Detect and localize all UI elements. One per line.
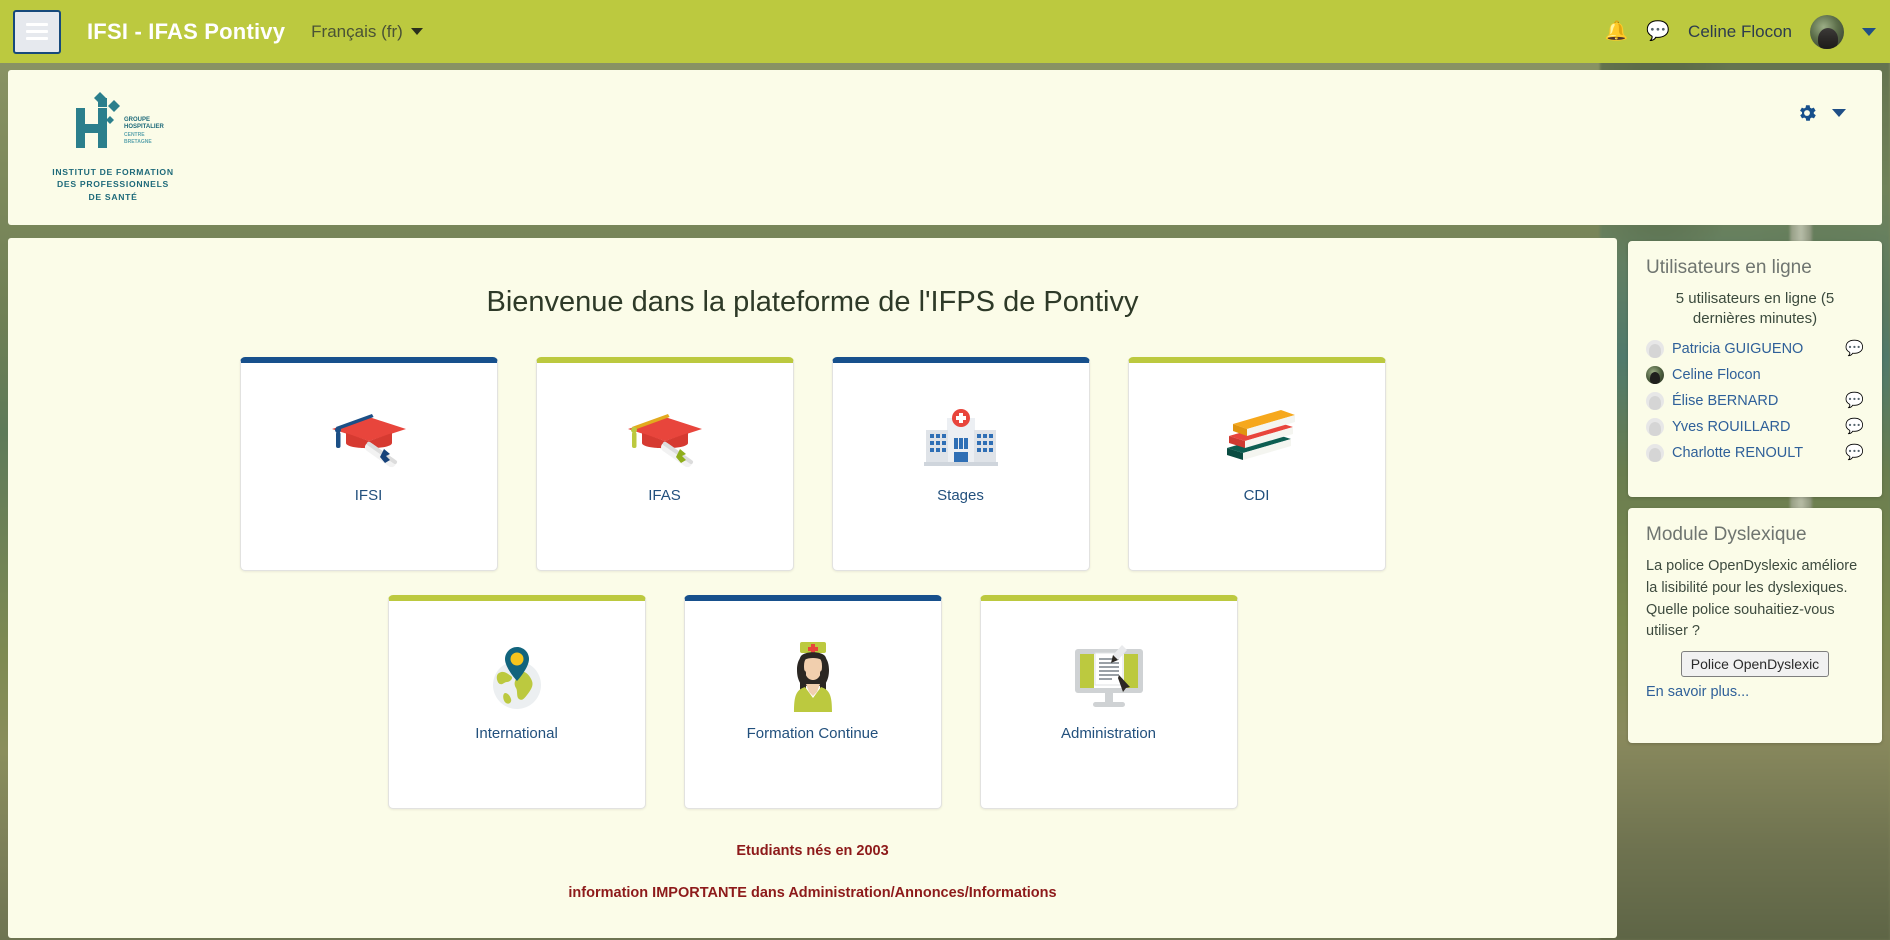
tile-ifas[interactable]: IFAS	[535, 357, 794, 571]
speech-bubble-icon[interactable]: 💬	[1845, 341, 1864, 356]
graduation-cap-icon	[241, 363, 497, 481]
hospital-icon	[833, 363, 1089, 481]
dyslexic-module-title: Module Dyslexique	[1646, 524, 1807, 545]
ifps-logo-icon: GROUPE HOSPITALIER CENTRE BRETAGNE	[76, 92, 165, 148]
tile-international[interactable]: International	[387, 595, 646, 809]
avatar	[1646, 339, 1664, 358]
chevron-down-icon	[410, 28, 423, 35]
tile-label: CDI	[1243, 487, 1270, 504]
list-item[interactable]: Élise BERNARD 💬	[1646, 388, 1864, 414]
tile-label: International	[475, 725, 558, 742]
tile-stages[interactable]: Stages	[831, 357, 1090, 571]
online-users-block: Utilisateurs en ligne 5 utilisateurs en …	[1628, 241, 1882, 497]
logo-subtitle-line-1: INSTITUT DE FORMATION	[52, 167, 174, 177]
graduation-cap-icon	[537, 363, 793, 481]
list-item[interactable]: Yves ROUILLARD 💬	[1646, 414, 1864, 440]
svg-text:GROUPE: GROUPE	[124, 117, 150, 123]
navbar-right-group: 🔔 💬 Celine Flocon	[1605, 14, 1876, 49]
svg-text:HOSPITALIER: HOSPITALIER	[124, 124, 165, 130]
gear-icon[interactable]	[1796, 102, 1818, 124]
page-title: Bienvenue dans la plateforme de l'IFPS d…	[486, 286, 1139, 318]
logo-subtitle-line-2: DES PROFESSIONNELS	[57, 179, 169, 190]
avatar	[1646, 391, 1664, 410]
tile-label: Stages	[937, 487, 984, 504]
logo-subtitle: INSTITUT DE FORMATION DES PROFESSIONNELS…	[48, 166, 178, 203]
speech-bubble-icon[interactable]: 💬	[1845, 419, 1864, 434]
tile-row-2: International Formation Continue Adminis…	[8, 595, 1617, 809]
dyslexic-paragraph-2: Quelle police souhaitiez-vous utiliser ?	[1646, 601, 1835, 640]
settings-chevron-down-icon[interactable]	[1832, 109, 1846, 117]
svg-text:CENTRE: CENTRE	[124, 132, 145, 138]
tile-ifsi[interactable]: IFSI	[239, 357, 498, 571]
online-users-count: 5 utilisateurs en ligne (5 dernières min…	[1675, 290, 1835, 328]
speech-bubble-icon[interactable]: 💬	[1845, 393, 1864, 408]
tile-label: IFAS	[648, 487, 681, 504]
svg-text:BRETAGNE: BRETAGNE	[124, 139, 152, 145]
user-menu-chevron-down-icon[interactable]	[1862, 27, 1876, 36]
list-item[interactable]: Celine Flocon	[1646, 362, 1864, 388]
avatar	[1646, 443, 1664, 462]
header-band: GROUPE HOSPITALIER CENTRE BRETAGNE INSTI…	[8, 70, 1882, 225]
notice-birth-year: Etudiants nés en 2003	[736, 843, 889, 859]
avatar[interactable]	[1810, 14, 1844, 49]
books-icon	[1129, 363, 1385, 481]
learn-more-link[interactable]: En savoir plus...	[1646, 684, 1749, 700]
site-brand[interactable]: IFSI - IFAS Pontivy	[87, 19, 285, 45]
online-user-name[interactable]: Élise BERNARD	[1672, 393, 1837, 409]
list-item[interactable]: Patricia GUIGUENO 💬	[1646, 336, 1864, 362]
site-logo[interactable]: GROUPE HOSPITALIER CENTRE BRETAGNE INSTI…	[48, 90, 178, 203]
avatar	[1646, 417, 1664, 436]
online-users-title: Utilisateurs en ligne	[1646, 257, 1812, 278]
speech-bubble-icon[interactable]: 💬	[1845, 445, 1864, 460]
tile-label: Administration	[1060, 725, 1157, 742]
notice-important: information IMPORTANTE dans Administrati…	[568, 885, 1057, 901]
online-user-name[interactable]: Yves ROUILLARD	[1672, 419, 1837, 435]
speech-bubble-icon[interactable]: 💬	[1646, 22, 1670, 41]
tile-label: Formation Continue	[746, 725, 879, 742]
list-item[interactable]: Charlotte RENOULT 💬	[1646, 440, 1864, 466]
user-menu-name[interactable]: Celine Flocon	[1688, 22, 1792, 42]
header-settings-group	[1796, 102, 1846, 124]
top-navbar: IFSI - IFAS Pontivy Français (fr) 🔔 💬 Ce…	[0, 0, 1890, 63]
avatar	[1646, 365, 1664, 384]
tile-administration[interactable]: Administration	[979, 595, 1238, 809]
online-user-name[interactable]: Charlotte RENOULT	[1672, 445, 1837, 461]
logo-subtitle-line-3: DE SANTÉ	[88, 191, 138, 202]
online-user-name[interactable]: Celine Flocon	[1672, 367, 1864, 383]
monitor-doc-icon	[981, 601, 1237, 719]
language-selector[interactable]: Français (fr)	[311, 22, 423, 42]
language-label: Français (fr)	[311, 21, 403, 41]
tile-cdi[interactable]: CDI	[1127, 357, 1386, 571]
dyslexic-paragraph-1: La police OpenDyslexic améliore la lisib…	[1646, 558, 1858, 596]
nurse-icon	[685, 601, 941, 719]
globe-pin-icon	[389, 601, 645, 719]
open-dyslexic-font-button[interactable]: Police OpenDyslexic	[1680, 651, 1830, 677]
bell-icon[interactable]: 🔔	[1605, 22, 1629, 41]
tile-row-1: IFSI IFAS Stages CDI	[8, 357, 1617, 571]
main-content: Bienvenue dans la plateforme de l'IFPS d…	[8, 238, 1617, 938]
tile-label: IFSI	[354, 487, 383, 504]
hamburger-icon[interactable]	[13, 9, 61, 54]
dyslexic-module-block: Module Dyslexique La police OpenDyslexic…	[1628, 508, 1882, 743]
online-user-name[interactable]: Patricia GUIGUENO	[1672, 341, 1837, 357]
tile-formation-continue[interactable]: Formation Continue	[683, 595, 942, 809]
